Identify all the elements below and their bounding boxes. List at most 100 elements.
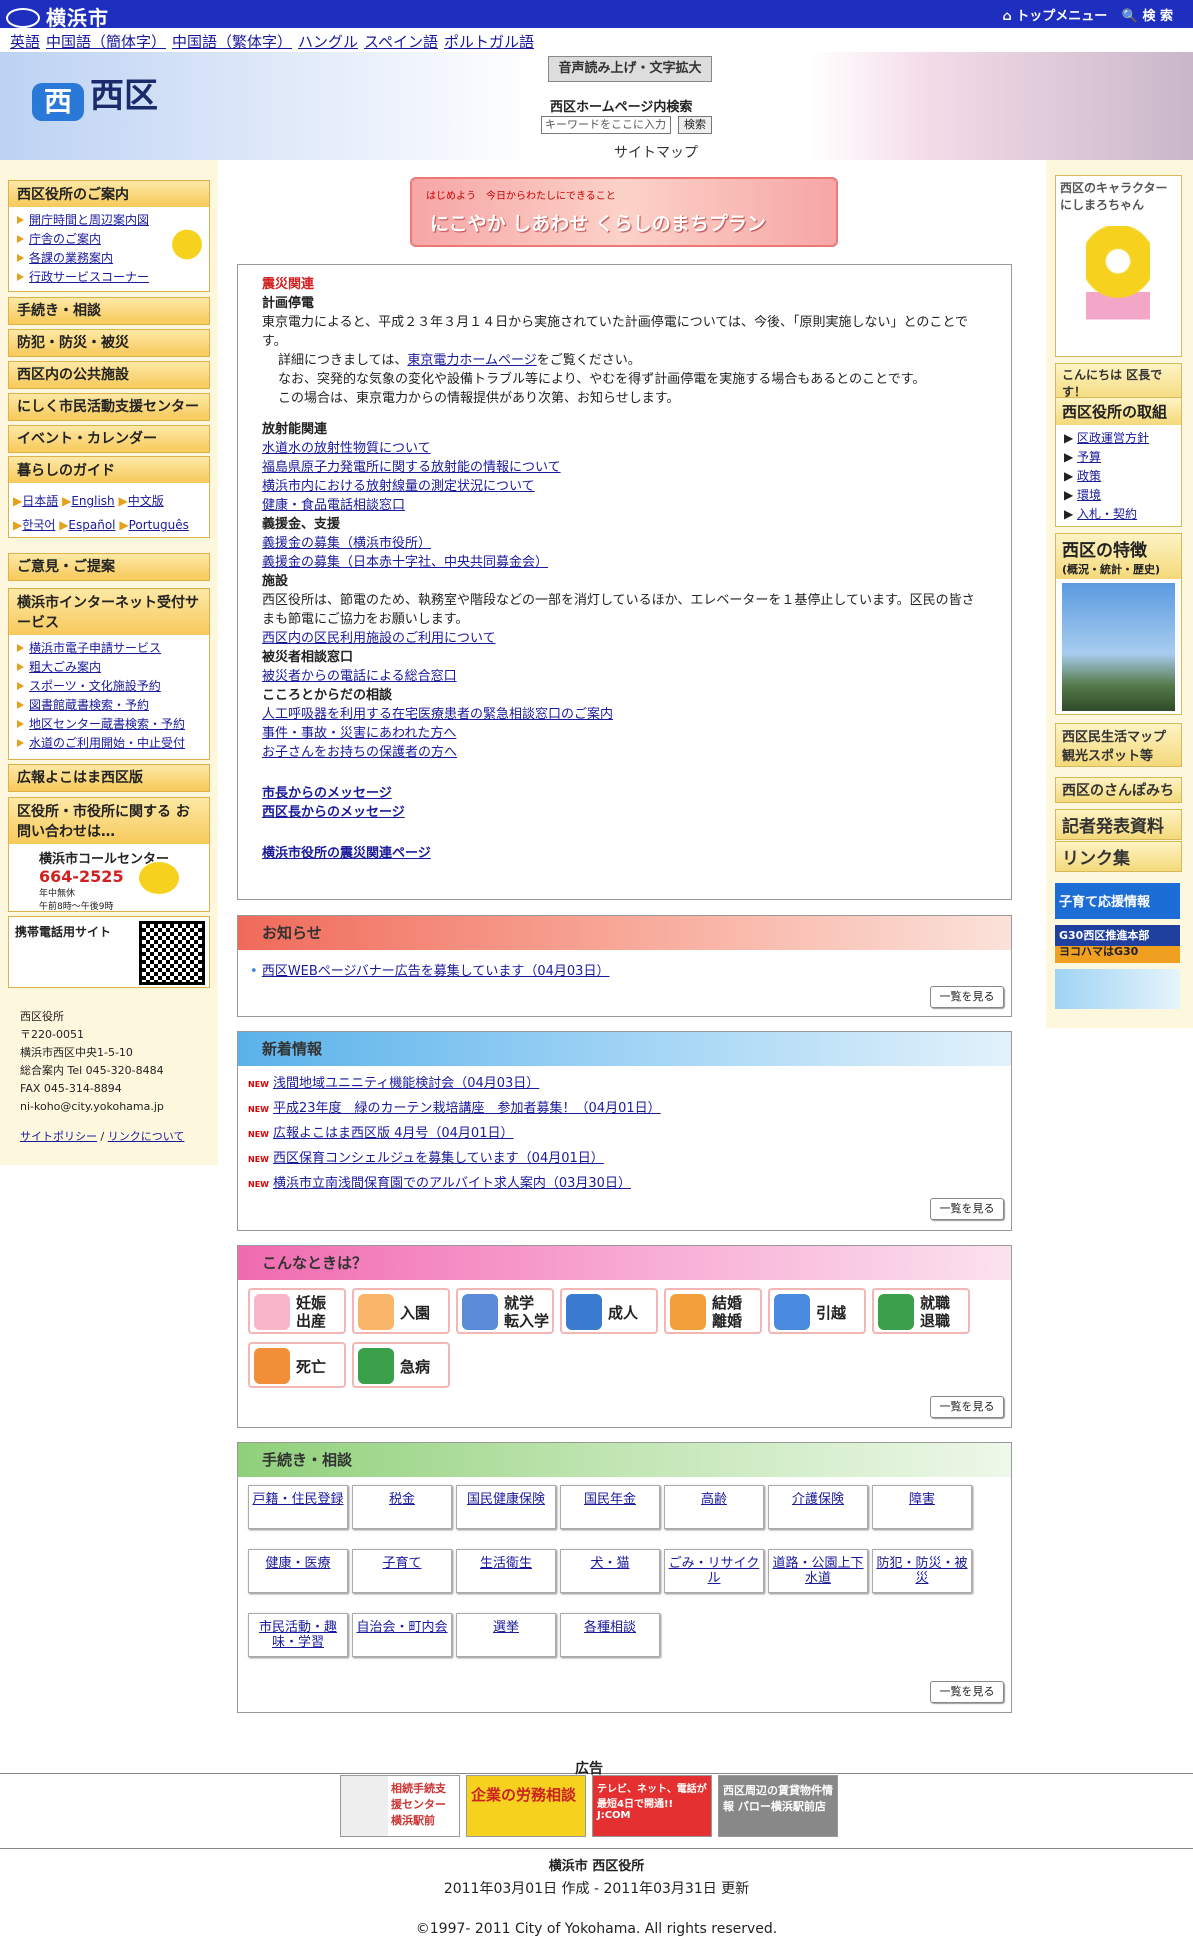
life-school-button[interactable]: 就学 転入学	[456, 1288, 554, 1334]
mind-link[interactable]: 事件・事故・災害にあわれた方へ	[262, 724, 987, 743]
menu-event-calendar[interactable]: イベント・カレンダー	[8, 425, 210, 453]
initiative-item[interactable]: 予算	[1077, 450, 1101, 464]
guide-lang-portuguese[interactable]: Português	[129, 518, 189, 532]
links-page-link[interactable]: リンク集	[1055, 841, 1182, 872]
procedure-button[interactable]: 選挙	[456, 1613, 556, 1657]
menu-public-facilities[interactable]: 西区内の公共施設	[8, 361, 210, 389]
news-item[interactable]: 横浜市立南浅間保育園でのアルバイト求人案内（03月30日）	[273, 1176, 631, 1191]
search-input[interactable]: キーワードをここに入力	[541, 116, 671, 134]
lang-chinese-simplified[interactable]: 中国語（簡体字）	[46, 33, 166, 51]
procedure-button[interactable]: 市民活動・趣味・学習	[248, 1613, 348, 1657]
features-box[interactable]: 西区の特徴 (概況・統計・歴史)	[1055, 533, 1182, 715]
ad-roumu[interactable]: 企業の労務相談	[466, 1775, 586, 1837]
g30-banner[interactable]: G30西区推進本部 ヨコハマはG30	[1055, 925, 1180, 963]
life-pregnancy-button[interactable]: 妊娠 出産	[248, 1288, 346, 1334]
guide-lang-korean[interactable]: 한국어	[22, 518, 55, 532]
news-item[interactable]: 西区保育コンシェルジュを募集しています（04月01日）	[273, 1151, 604, 1166]
net-service-item[interactable]: 粗大ごみ案内	[17, 658, 201, 677]
net-service-item[interactable]: 図書館蔵書検索・予約	[17, 696, 201, 715]
life-map-link[interactable]: 西区民生活マップ観光スポット等	[1055, 723, 1182, 767]
lang-spanish[interactable]: スペイン語	[364, 33, 438, 51]
guide-lang-chinese[interactable]: 中文版	[128, 494, 164, 508]
ward-logo[interactable]: 西西区	[32, 68, 158, 121]
initiative-item[interactable]: 政策	[1077, 469, 1101, 483]
procedure-button[interactable]: ごみ・リサイクル	[664, 1549, 764, 1593]
ad-apaman[interactable]: 西区周辺の賃貸物件情報 パロー横浜駅前店	[718, 1775, 838, 1837]
search-link[interactable]: 検 索	[1142, 9, 1173, 24]
voice-readout-button[interactable]: 音声読み上げ・文字拡大	[548, 56, 712, 82]
guide-lang-english[interactable]: English	[71, 494, 114, 508]
procedure-button[interactable]: 道路・公園上下水道	[768, 1549, 868, 1593]
mayor-message-link[interactable]: 市長からのメッセージ	[262, 784, 987, 803]
facility-link[interactable]: 西区内の区民利用施設のご利用について	[262, 629, 987, 648]
qr-code-icon[interactable]	[139, 921, 205, 985]
menu-opinion[interactable]: ご意見・ご提案	[8, 553, 210, 581]
machi-plan-banner[interactable]: はじめよう 今日からわたしにできること にこやか しあわせ くらしのまちプラン	[410, 177, 838, 247]
net-service-item[interactable]: 地区センター蔵書検索・予約	[17, 715, 201, 734]
procedure-button[interactable]: 子育て	[352, 1549, 452, 1593]
initiative-item[interactable]: 環境	[1077, 488, 1101, 502]
procedure-button[interactable]: 国民健康保険	[456, 1485, 556, 1529]
search-button[interactable]: 検索	[678, 116, 712, 134]
menu-kouhou[interactable]: 広報よこはま西区版	[8, 764, 210, 792]
life-nursery-button[interactable]: 入園	[352, 1288, 450, 1334]
lang-chinese-traditional[interactable]: 中国語（繁体字）	[172, 33, 292, 51]
procedure-button[interactable]: 自治会・町内会	[352, 1613, 452, 1657]
top-menu-link[interactable]: トップメニュー	[1016, 9, 1107, 24]
news-more-button[interactable]: 一覧を見る	[930, 1198, 1004, 1220]
procedure-button[interactable]: 各種相談	[560, 1613, 660, 1657]
menu-activity-center[interactable]: にしく市民活動支援センター	[8, 393, 210, 421]
procedure-button[interactable]: 国民年金	[560, 1485, 660, 1529]
donation-link[interactable]: 義援金の募集（横浜市役所）	[262, 534, 987, 553]
ad-jcom[interactable]: テレビ、ネット、電話が最短4日で開通!! J:COM	[592, 1775, 712, 1837]
procedure-button[interactable]: 健康・医療	[248, 1549, 348, 1593]
mind-link[interactable]: お子さんをお持ちの保護者の方へ	[262, 743, 987, 762]
procedure-button[interactable]: 税金	[352, 1485, 452, 1529]
city-disaster-page-link[interactable]: 横浜市役所の震災関連ページ	[262, 844, 987, 863]
tepco-link[interactable]: 東京電力ホームページ	[407, 353, 536, 368]
procedure-button[interactable]: 介護保険	[768, 1485, 868, 1529]
lang-hangul[interactable]: ハングル	[298, 33, 358, 51]
environment-banner[interactable]	[1055, 969, 1180, 1009]
procedures-more-button[interactable]: 一覧を見る	[930, 1681, 1004, 1703]
procedure-button[interactable]: 犬・猫	[560, 1549, 660, 1593]
life-moving-button[interactable]: 引越	[768, 1288, 866, 1334]
net-service-item[interactable]: 横浜市電子申請サービス	[17, 639, 201, 658]
lang-portuguese[interactable]: ポルトガル語	[444, 33, 534, 51]
news-item[interactable]: 浅間地域ユニニティ機能検討会（04月03日）	[273, 1076, 539, 1091]
procedure-button[interactable]: 防犯・防災・被災	[872, 1549, 972, 1593]
initiative-item[interactable]: 入札・契約	[1077, 507, 1137, 521]
kosodate-banner[interactable]: 子育て応援情報	[1055, 883, 1180, 919]
notice-item[interactable]: 西区WEBページバナー広告を募集しています（04月03日）	[262, 964, 610, 979]
email-link[interactable]: ni-koho@city.yokohama.jp	[20, 1098, 184, 1116]
news-item[interactable]: 広報よこはま西区版 4月号（04月01日）	[273, 1126, 514, 1141]
donation-link[interactable]: 義援金の募集（日本赤十字社、中央共同募金会）	[262, 553, 987, 572]
guide-lang-japanese[interactable]: 日本語	[22, 494, 58, 508]
victim-phone-link[interactable]: 被災者からの電話による総合窓口	[262, 667, 987, 686]
net-service-item[interactable]: 水道のご利用開始・中止受付	[17, 734, 201, 753]
lang-english[interactable]: 英語	[10, 33, 40, 51]
life-emergency-button[interactable]: 急病	[352, 1342, 450, 1388]
ad-souzoku[interactable]: 相続手続支援センター 横浜駅前	[340, 1775, 460, 1837]
sitemap-link[interactable]: サイトマップ	[614, 142, 698, 162]
news-item[interactable]: 平成23年度 緑のカーテン栽培講座 参加者募集！（04月01日）	[273, 1101, 661, 1116]
net-service-item[interactable]: スポーツ・文化施設予約	[17, 677, 201, 696]
menu-procedures[interactable]: 手続き・相談	[8, 297, 210, 325]
radiation-link[interactable]: 水道水の放射性物質について	[262, 439, 987, 458]
site-policy-link[interactable]: サイトポリシー	[20, 1130, 97, 1143]
procedure-button[interactable]: 戸籍・住民登録	[248, 1485, 348, 1529]
life-more-button[interactable]: 一覧を見る	[930, 1396, 1004, 1418]
city-logo[interactable]: 横浜市	[6, 2, 109, 31]
mind-link[interactable]: 人工呼吸器を利用する在宅医療患者の緊急相談窓口のご案内	[262, 705, 987, 724]
procedure-button[interactable]: 高齢	[664, 1485, 764, 1529]
life-job-button[interactable]: 就職 退職	[872, 1288, 970, 1334]
life-adult-button[interactable]: 成人	[560, 1288, 658, 1334]
press-release-link[interactable]: 記者発表資料	[1055, 809, 1182, 840]
initiative-item[interactable]: 区政運営方針	[1077, 431, 1149, 445]
links-policy-link[interactable]: リンクについて	[108, 1130, 185, 1143]
life-marriage-button[interactable]: 結婚 離婚	[664, 1288, 762, 1334]
radiation-link[interactable]: 横浜市内における放射線量の測定状況について	[262, 477, 987, 496]
radiation-link[interactable]: 福島県原子力発電所に関する放射能の情報について	[262, 458, 987, 477]
procedure-button[interactable]: 障害	[872, 1485, 972, 1529]
life-death-button[interactable]: 死亡	[248, 1342, 346, 1388]
